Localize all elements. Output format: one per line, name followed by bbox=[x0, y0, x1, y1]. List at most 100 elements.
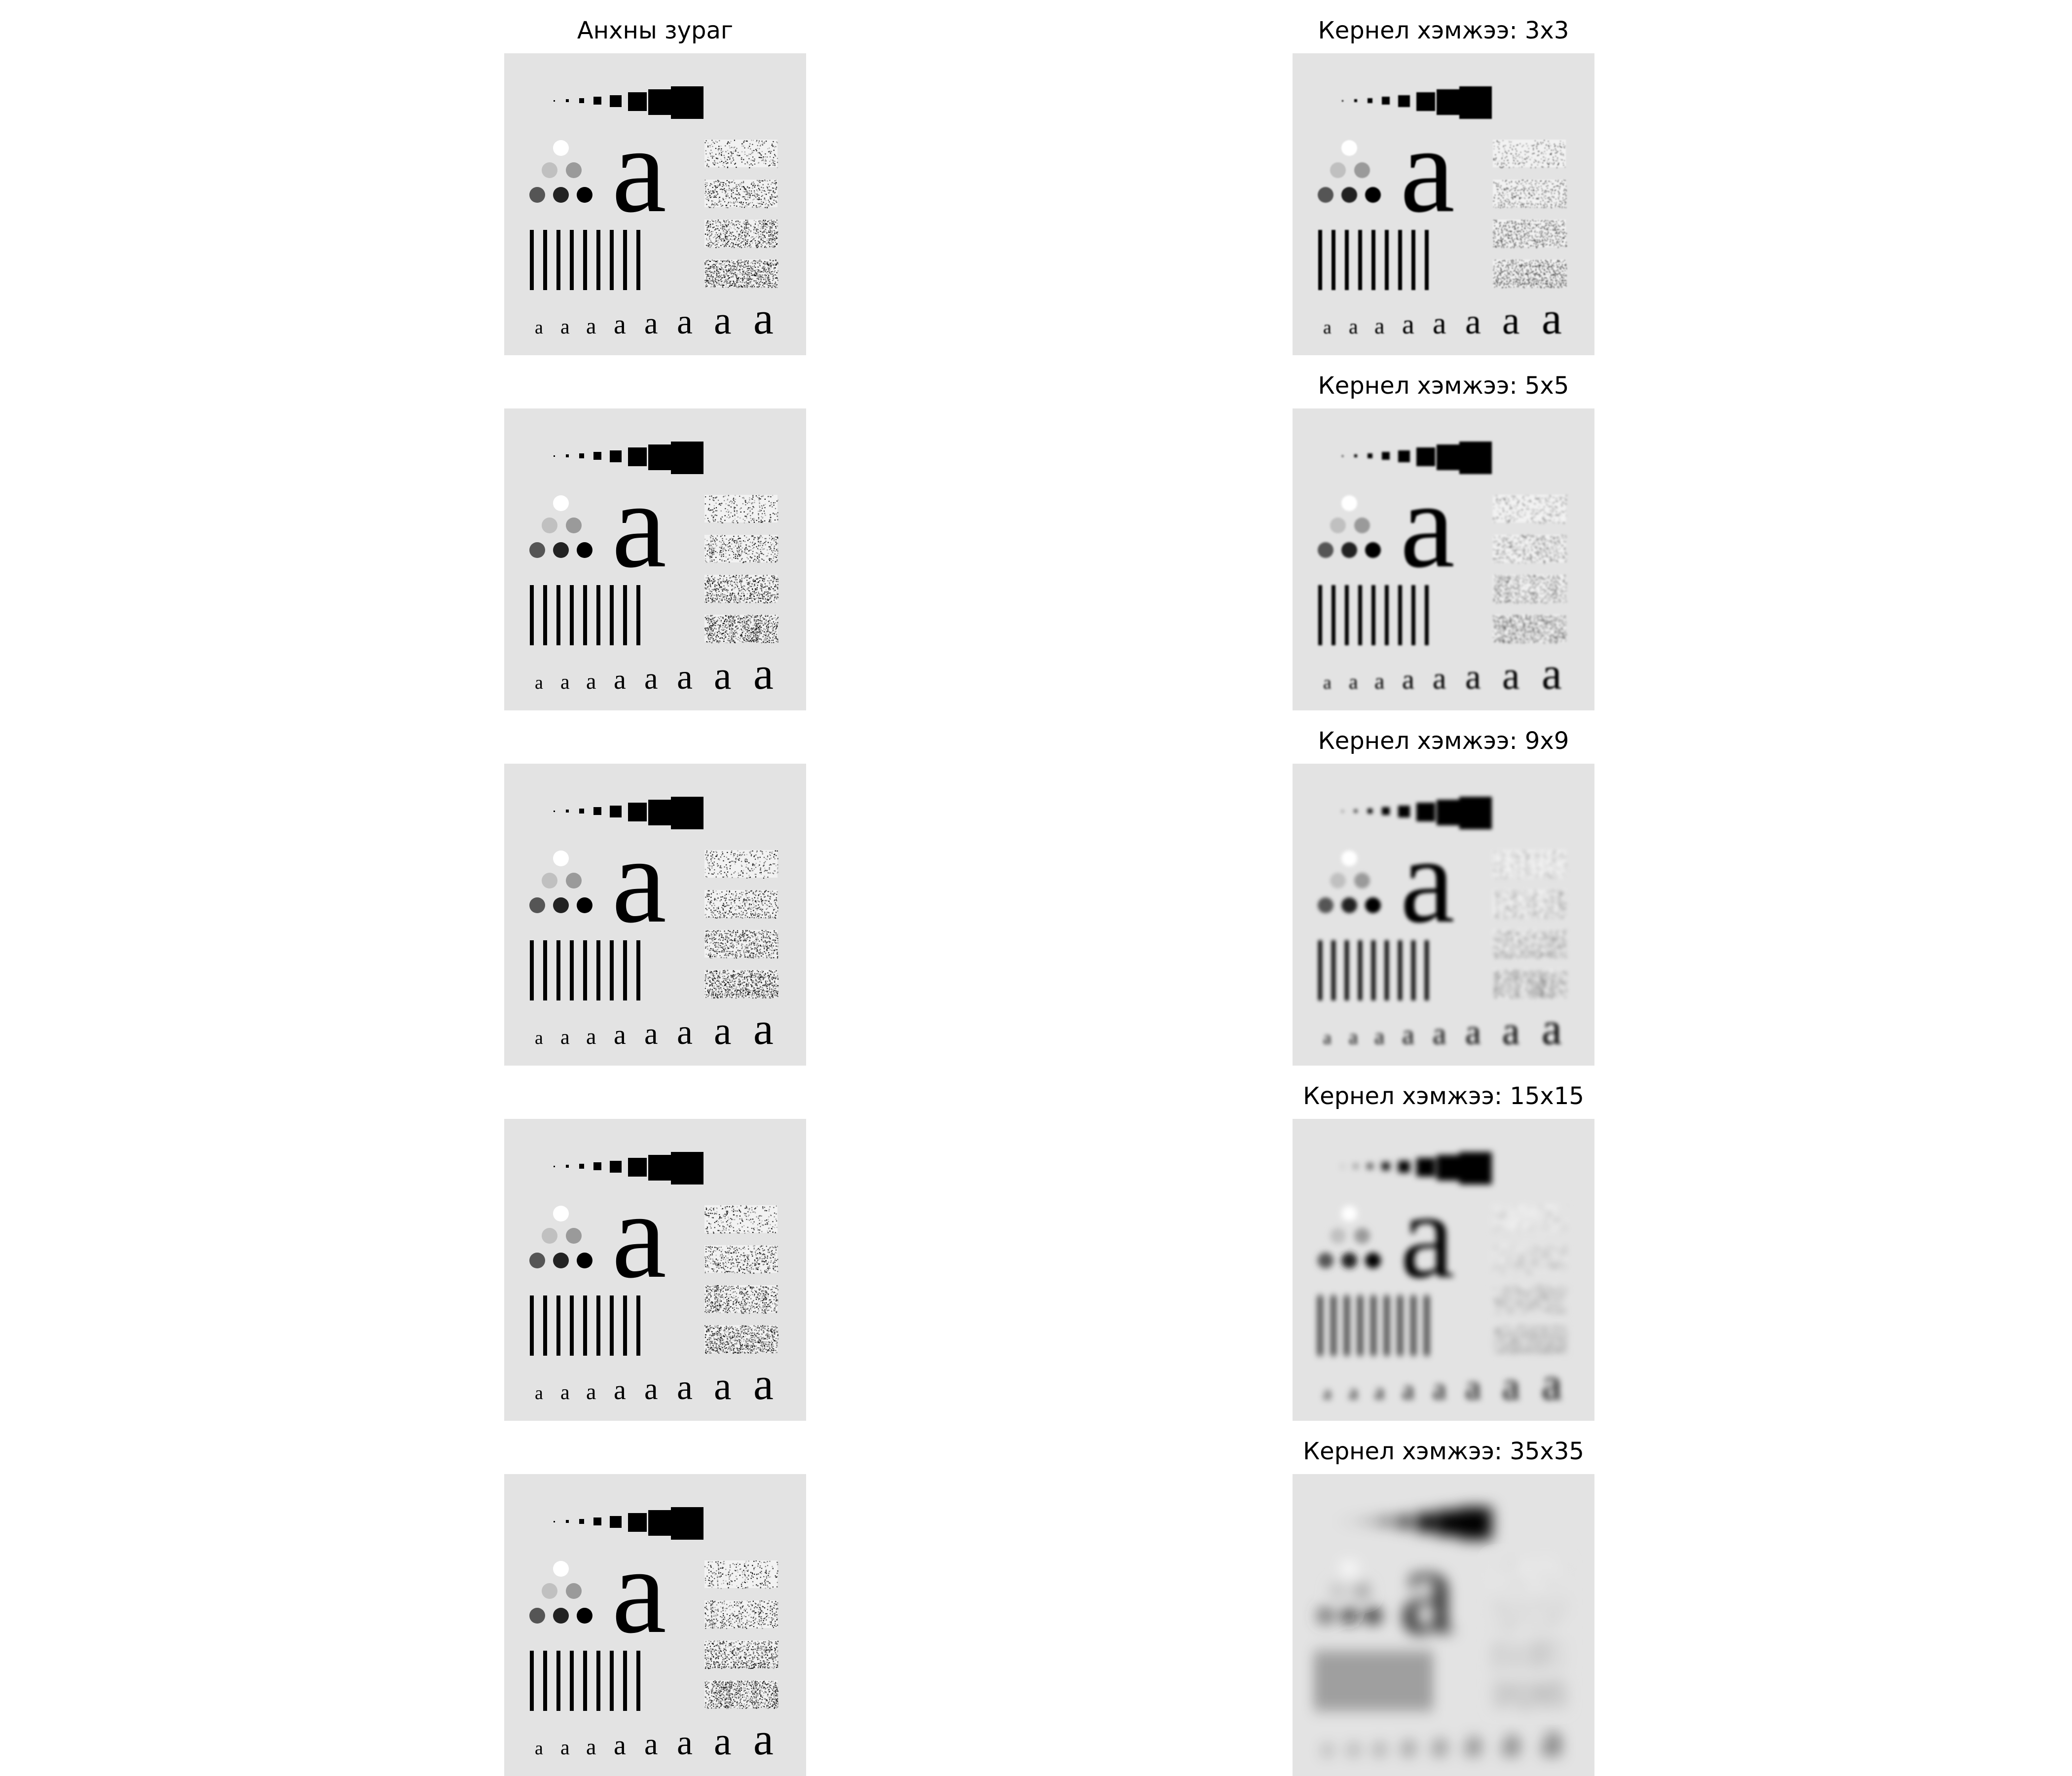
letter-sample-5: a bbox=[677, 1723, 693, 1762]
original-image: aaaaaaaaa bbox=[504, 764, 806, 1066]
square-0 bbox=[554, 100, 555, 102]
vertical-bar-2 bbox=[1345, 940, 1349, 1000]
square-7 bbox=[671, 86, 703, 119]
vertical-bar-7 bbox=[623, 1295, 627, 1356]
letter-sample-3: a bbox=[614, 1730, 626, 1761]
vertical-bar-8 bbox=[1425, 230, 1429, 290]
square-7 bbox=[1459, 1152, 1492, 1184]
dot-1 bbox=[1330, 162, 1346, 178]
letter-sample-0: a bbox=[1323, 1383, 1332, 1404]
letter-sample-2: a bbox=[1374, 1734, 1384, 1759]
vertical-bar-3 bbox=[1358, 1295, 1362, 1356]
square-3 bbox=[1382, 1517, 1390, 1525]
dot-3 bbox=[529, 1608, 545, 1624]
vertical-bar-1 bbox=[1332, 940, 1335, 1000]
letter-sample-0: a bbox=[535, 1738, 543, 1759]
dot-2 bbox=[1354, 1583, 1370, 1599]
noise-rect-1 bbox=[704, 1600, 778, 1629]
square-7 bbox=[1459, 1507, 1492, 1540]
vertical-bar-6 bbox=[1398, 585, 1402, 645]
vertical-bar-4 bbox=[1371, 230, 1375, 290]
noise-rect-1 bbox=[1493, 180, 1567, 209]
dot-4 bbox=[553, 542, 569, 558]
square-1 bbox=[1354, 810, 1357, 813]
letter-sample-7: a bbox=[1542, 648, 1562, 699]
letter-sample-6: a bbox=[1502, 654, 1520, 698]
dot-5 bbox=[577, 542, 592, 558]
letter-sample-7: a bbox=[1542, 293, 1562, 343]
letter-sample-5: a bbox=[677, 1012, 693, 1052]
vertical-bar-4 bbox=[583, 585, 587, 645]
vertical-bar-8 bbox=[636, 1295, 640, 1356]
letter-sample-2: a bbox=[586, 1734, 596, 1759]
letter-sample-1: a bbox=[560, 316, 570, 338]
blurred-image-15x15: aaaaaaaaa bbox=[1293, 1119, 1594, 1421]
dot-3 bbox=[529, 1253, 545, 1268]
letter-sample-4: a bbox=[1433, 1372, 1446, 1406]
square-0 bbox=[1342, 100, 1343, 102]
vertical-bar-4 bbox=[1371, 940, 1375, 1000]
vertical-bar-2 bbox=[1345, 585, 1349, 645]
square-1 bbox=[566, 1165, 569, 1168]
square-0 bbox=[554, 1166, 555, 1167]
vertical-bar-5 bbox=[596, 1651, 600, 1711]
letter-sample-5: a bbox=[1465, 1012, 1481, 1052]
vertical-bar-8 bbox=[636, 1651, 640, 1711]
dot-5 bbox=[1365, 1253, 1381, 1268]
square-3 bbox=[593, 1517, 601, 1525]
letter-sample-3: a bbox=[614, 1020, 626, 1050]
square-2 bbox=[579, 453, 584, 458]
kernel-title-5x5: Кернел хэмжээ: 5x5 bbox=[1221, 372, 1665, 400]
dot-1 bbox=[542, 873, 557, 888]
letter-sample-4: a bbox=[1433, 1728, 1446, 1761]
letter-sample-0: a bbox=[535, 1028, 543, 1048]
vertical-bar-3 bbox=[1358, 585, 1362, 645]
vertical-bar-7 bbox=[623, 1651, 627, 1711]
square-3 bbox=[1382, 1162, 1390, 1170]
kernel-title-3x3: Кернел хэмжээ: 3x3 bbox=[1221, 17, 1665, 44]
letter-sample-1: a bbox=[1349, 1737, 1358, 1759]
dot-0 bbox=[553, 1206, 569, 1221]
noise-rect-0 bbox=[1493, 850, 1567, 879]
noise-rect-0 bbox=[704, 850, 778, 879]
noise-rect-2 bbox=[704, 575, 779, 604]
noise-rect-1 bbox=[704, 1245, 778, 1274]
vertical-bar-4 bbox=[583, 1295, 587, 1356]
vertical-bar-3 bbox=[570, 585, 574, 645]
vertical-bar-0 bbox=[530, 1295, 534, 1356]
noise-rect-3 bbox=[1493, 1325, 1567, 1354]
original-image: aaaaaaaaa bbox=[504, 1474, 806, 1776]
noise-rect-0 bbox=[1493, 140, 1566, 168]
letter-sample-2: a bbox=[1374, 668, 1384, 694]
square-1 bbox=[566, 1520, 569, 1523]
original-image-title: Анхны зураг bbox=[433, 17, 877, 44]
original-image: aaaaaaaaa bbox=[504, 408, 806, 710]
square-0 bbox=[1342, 1521, 1343, 1522]
dot-3 bbox=[1318, 897, 1333, 913]
noise-rect-1 bbox=[1493, 1600, 1566, 1629]
large-letter: a bbox=[1400, 1167, 1455, 1304]
noise-rect-0 bbox=[1493, 1560, 1567, 1589]
noise-rect-2 bbox=[1493, 220, 1567, 248]
noise-rect-3 bbox=[704, 1680, 779, 1709]
noise-rect-3 bbox=[1493, 1680, 1567, 1709]
vertical-bar-7 bbox=[623, 230, 627, 290]
letter-sample-5: a bbox=[1465, 1723, 1481, 1762]
noise-rect-3 bbox=[704, 970, 779, 999]
vertical-bar-2 bbox=[556, 1651, 560, 1711]
square-3 bbox=[593, 452, 601, 460]
dot-4 bbox=[553, 187, 569, 203]
letter-sample-7: a bbox=[1542, 1003, 1562, 1054]
dot-4 bbox=[1341, 1253, 1357, 1268]
dot-2 bbox=[566, 162, 582, 178]
large-letter: a bbox=[612, 812, 666, 949]
kernel-title-15x15: Кернел хэмжээ: 15x15 bbox=[1221, 1082, 1665, 1110]
dot-1 bbox=[542, 162, 557, 178]
dot-0 bbox=[553, 1561, 569, 1577]
letter-sample-1: a bbox=[1349, 1026, 1358, 1049]
kernel-title-9x9: Кернел хэмжээ: 9x9 bbox=[1221, 727, 1665, 755]
square-2 bbox=[579, 809, 584, 814]
noise-rect-3 bbox=[704, 259, 779, 289]
square-3 bbox=[593, 1162, 601, 1170]
vertical-bar-1 bbox=[1332, 585, 1335, 645]
